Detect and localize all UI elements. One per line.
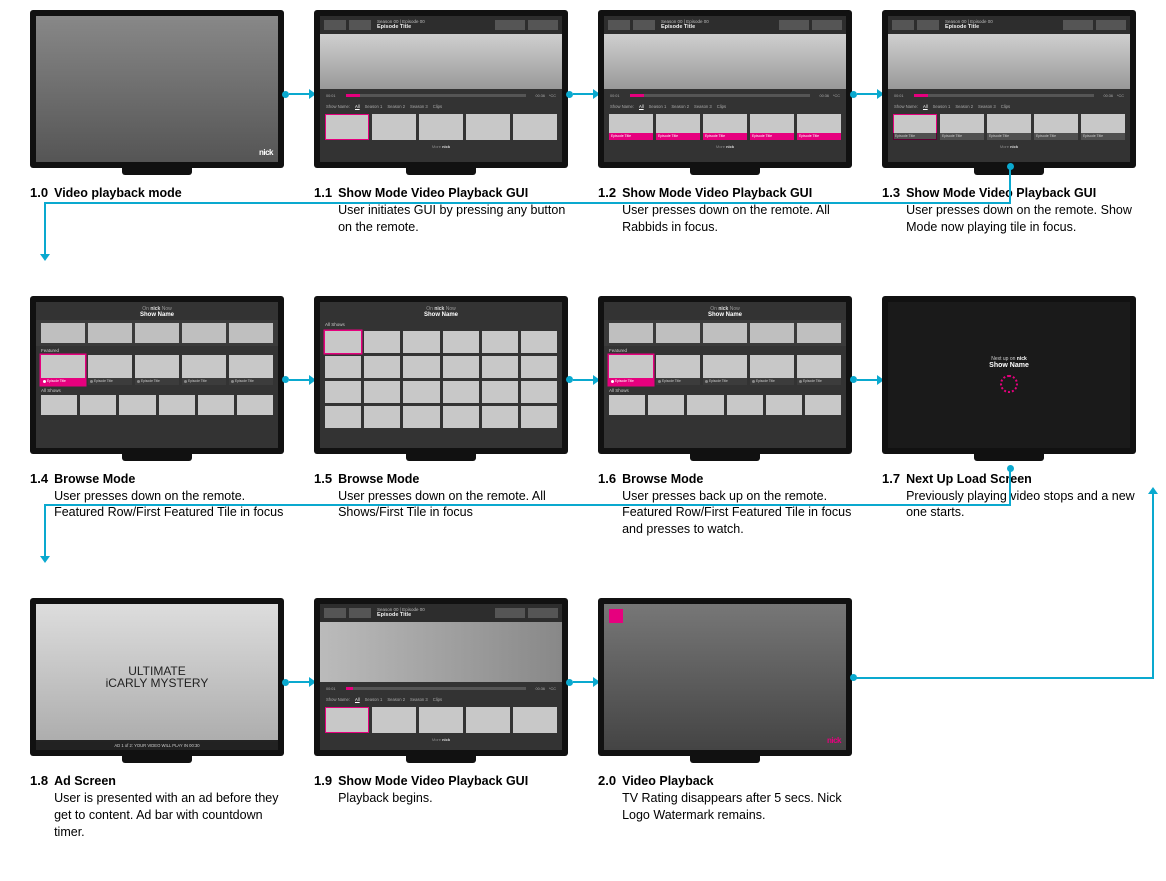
thumb-now-playing[interactable]: Episode Title — [893, 114, 937, 140]
tv-stand — [122, 168, 192, 175]
hero-video[interactable] — [320, 34, 562, 89]
grid-tile-focused[interactable] — [325, 331, 361, 353]
top-bar: Season 00 | Episode 00 Episode Title — [320, 16, 562, 34]
episode-title: Episode Title — [377, 24, 492, 30]
featured-tile-focused[interactable]: Episode Title — [41, 355, 85, 385]
arrow-right-icon — [282, 677, 316, 687]
time-start: 00:01 — [326, 94, 336, 98]
step-1-0: nick 1.0 Video playback mode — [30, 10, 284, 202]
step-1-8: ULTIMATEiCARLY MYSTERY AD 1 of 2: YOUR V… — [30, 598, 284, 841]
episode-thumbs — [320, 111, 562, 143]
step-number: 1.0 — [30, 185, 48, 202]
tab-s2[interactable]: Season 2 — [387, 104, 405, 109]
arrow-right-icon — [566, 375, 600, 385]
featured-label: Featured — [36, 346, 278, 354]
tv-frame: nick — [30, 10, 284, 168]
all-shows-row — [36, 394, 278, 416]
header-slot[interactable] — [495, 20, 525, 30]
ad-countdown-bar: AD 1 of 2: YOUR VIDEO WILL PLAY IN 00:30 — [36, 740, 278, 750]
nick-logo-watermark-icon: nick — [827, 736, 841, 745]
arrow-right-icon — [566, 89, 600, 99]
arrow-right-icon — [850, 89, 884, 99]
screen-1-0: nick — [36, 16, 278, 162]
footer: More nick — [320, 143, 562, 149]
featured-tile-selected[interactable]: Episode Title — [609, 355, 653, 385]
next-up-screen: Next up on nick Show Name — [888, 302, 1130, 448]
time-end: 00:36 — [536, 94, 546, 98]
hero-video[interactable] — [604, 34, 846, 89]
arrow-right-icon — [282, 89, 316, 99]
step-1-9: Season 00 | Episode 00Episode Title 00:0… — [314, 598, 568, 807]
thumb[interactable] — [325, 114, 369, 140]
flow-connector — [44, 504, 1011, 506]
progress-bar[interactable] — [346, 94, 526, 97]
header-slot[interactable] — [528, 20, 558, 30]
pause-icon[interactable] — [349, 20, 371, 30]
next-up-showname: Show Name — [989, 362, 1029, 369]
flow-connector — [1009, 166, 1011, 202]
progress-row: 00:01 00:36 *CC — [320, 89, 562, 102]
season-tabs: Show Name: All Season 1 Season 2 Season … — [320, 102, 562, 111]
top-tiles — [36, 320, 278, 346]
flow-connector — [44, 202, 46, 254]
cc-label[interactable]: *CC — [549, 94, 556, 98]
row-3: ULTIMATEiCARLY MYSTERY AD 1 of 2: YOUR V… — [30, 598, 1136, 841]
nick-wordmark-icon: nick — [442, 144, 450, 149]
caption: 1.0 Video playback mode — [30, 185, 284, 202]
thumb[interactable] — [372, 114, 416, 140]
all-shows-grid — [320, 328, 562, 431]
arrow-right-icon — [282, 375, 316, 385]
flow-diagram: nick 1.0 Video playback mode Season 00 |… — [30, 10, 1136, 841]
thumb-focused[interactable]: Episode Title — [609, 114, 653, 140]
browse-header: On nick NowShow Name — [36, 302, 278, 320]
video-playback — [604, 604, 846, 750]
step-1-5: On nick NowShow Name All Shows 1.5Browse… — [314, 296, 568, 522]
flow-connector — [44, 202, 1011, 204]
tab-s1[interactable]: Season 1 — [365, 104, 383, 109]
tv-rating-icon — [609, 609, 623, 623]
featured-row: Episode Title Episode Title Episode Titl… — [36, 354, 278, 386]
tab-clips[interactable]: Clips — [433, 104, 442, 109]
step-1-6: On nick NowShow Name Featured Episode Ti… — [598, 296, 852, 539]
arrow-right-icon — [566, 677, 600, 687]
step-title: Video playback mode — [54, 185, 182, 202]
hero-video[interactable] — [320, 622, 562, 682]
flow-connector — [44, 504, 46, 556]
tab-all[interactable]: All — [355, 104, 360, 109]
tabs-prefix: Show Name: — [326, 104, 350, 109]
step-2-0: nick 2.0Video PlaybackTV Rating disappea… — [598, 598, 852, 824]
ad-image: ULTIMATEiCARLY MYSTERY — [36, 604, 278, 750]
tab-s3[interactable]: Season 3 — [410, 104, 428, 109]
arrow-right-icon — [850, 375, 884, 385]
thumb[interactable] — [513, 114, 557, 140]
thumb[interactable] — [419, 114, 463, 140]
step-1-4: On nick NowShow Name Featured Episode Ti… — [30, 296, 284, 522]
all-shows-label: All Shows — [36, 386, 278, 394]
loading-spinner-icon — [1000, 375, 1018, 393]
row-2: On nick NowShow Name Featured Episode Ti… — [30, 296, 1136, 539]
play-icon[interactable] — [324, 20, 346, 30]
thumb[interactable] — [466, 114, 510, 140]
flow-connector — [1009, 468, 1011, 504]
nick-logo-icon: nick — [259, 148, 273, 157]
video-still — [36, 16, 278, 162]
